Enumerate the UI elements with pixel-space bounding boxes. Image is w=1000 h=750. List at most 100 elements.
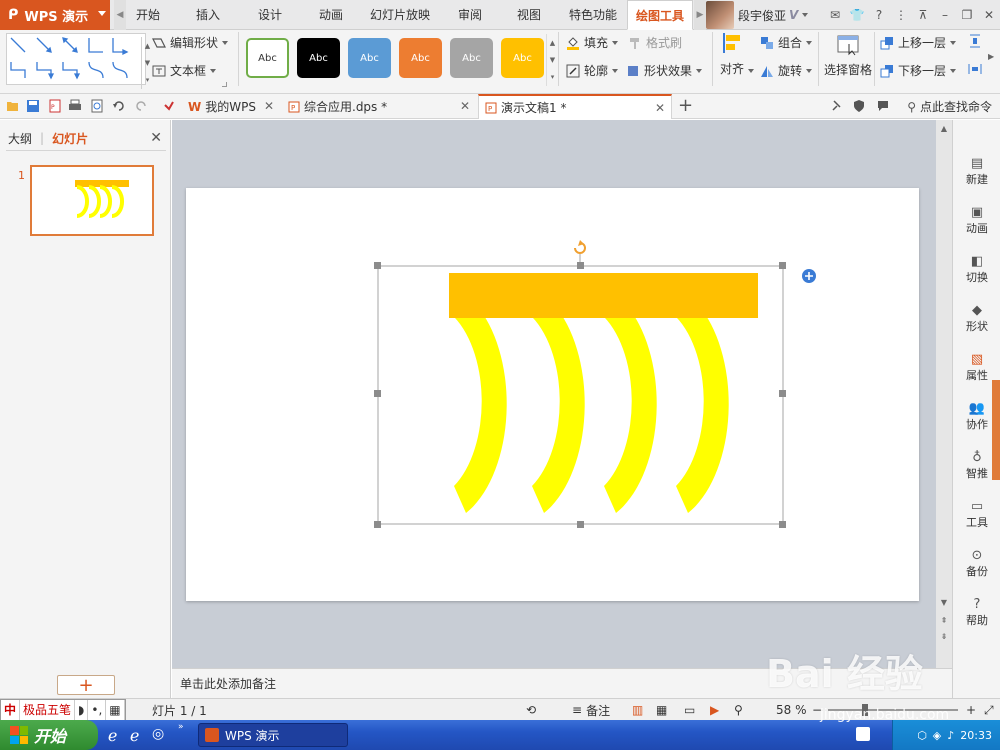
customize-toolbar-icon[interactable]: [162, 99, 176, 113]
tabs-scroll-right-icon[interactable]: ▶: [694, 0, 706, 30]
tab-review[interactable]: 审阅: [450, 0, 490, 30]
slide[interactable]: [186, 188, 919, 601]
volume-icon[interactable]: ♪: [947, 729, 954, 742]
reading-view-icon[interactable]: ▭: [684, 699, 695, 721]
tips-icon[interactable]: ⚲: [734, 699, 743, 721]
rotate-button[interactable]: 旋转: [760, 62, 813, 79]
slide-thumbnail[interactable]: [30, 165, 154, 236]
bring-forward-button[interactable]: 上移一层: [880, 34, 957, 51]
line-shapes-icon[interactable]: [7, 34, 137, 86]
open-folder-icon[interactable]: [6, 99, 20, 113]
sidebar-item-backup[interactable]: ⊙ 备份: [953, 548, 1000, 593]
start-button[interactable]: 开始: [0, 720, 98, 750]
outline-button[interactable]: 轮廓: [566, 62, 619, 79]
ime-keyboard-icon[interactable]: ▦: [106, 700, 125, 720]
skin-icon[interactable]: 👕: [846, 8, 868, 22]
sidebar-item-shape[interactable]: ◆ 形状: [953, 303, 1000, 348]
close-icon[interactable]: ✕: [978, 8, 1000, 22]
normal-view-icon[interactable]: ▥: [632, 699, 643, 721]
export-pdf-icon[interactable]: P: [48, 99, 62, 113]
redo-icon[interactable]: [134, 99, 148, 113]
shape-style-swatch[interactable]: Abc: [246, 38, 289, 78]
tab-view[interactable]: 视图: [509, 0, 549, 30]
align-button[interactable]: 对齐: [720, 32, 755, 77]
pin-icon[interactable]: [830, 99, 844, 113]
send-backward-button[interactable]: 下移一层: [880, 62, 957, 79]
tab-slideshow[interactable]: 幻灯片放映: [366, 0, 434, 30]
tab-animation[interactable]: 动画: [311, 0, 351, 30]
command-search[interactable]: ⚲ 点此查找命令: [907, 94, 992, 119]
wps-app-menu[interactable]: ᑭ WPS 演示: [0, 0, 110, 30]
ie-icon[interactable]: ℯ: [130, 726, 139, 745]
collapse-ribbon-icon[interactable]: ⊼: [912, 8, 934, 22]
add-slide-button[interactable]: +: [57, 675, 115, 696]
mail-icon[interactable]: ✉: [824, 8, 846, 22]
styles-scroll[interactable]: ▲ ▼ ▾: [546, 34, 558, 86]
scroll-down-icon[interactable]: ▼: [936, 598, 952, 607]
close-icon[interactable]: ✕: [264, 99, 274, 113]
print-icon[interactable]: [68, 99, 82, 113]
dialog-launcher-icon[interactable]: [222, 82, 227, 87]
sidebar-item-new[interactable]: ▤ 新建: [953, 156, 1000, 201]
network-icon[interactable]: ⬡: [917, 729, 927, 742]
security-icon[interactable]: ◈: [933, 729, 941, 742]
edit-shape-button[interactable]: 编辑形状: [152, 34, 229, 51]
doc-tab-presentation1[interactable]: P 演示文稿1 * ✕: [478, 94, 672, 119]
save-icon[interactable]: [26, 99, 40, 113]
close-icon[interactable]: ✕: [150, 130, 162, 146]
arc-shapes[interactable]: [451, 314, 729, 513]
shield-icon[interactable]: [852, 99, 866, 113]
minimize-icon[interactable]: –: [934, 8, 956, 22]
sidebar-collapse-handle[interactable]: [992, 380, 1000, 480]
sidebar-item-animation[interactable]: ▣ 动画: [953, 205, 1000, 250]
tab-outline[interactable]: 大纲: [8, 130, 32, 147]
fit-window-icon[interactable]: ⤢: [984, 699, 994, 721]
shape-style-swatch[interactable]: Abc: [297, 38, 340, 78]
taskbar-wps-window[interactable]: WPS 演示: [198, 723, 348, 747]
tab-insert[interactable]: 插入: [188, 0, 228, 30]
ime-punct-icon[interactable]: •,: [88, 700, 107, 720]
history-icon[interactable]: ⟲: [526, 699, 536, 721]
shape-effects-button[interactable]: 形状效果: [626, 62, 703, 79]
quick-layout-plus-icon[interactable]: [802, 269, 816, 283]
text-box-button[interactable]: 文本框: [152, 62, 217, 79]
quick-launch-more-icon[interactable]: »: [178, 722, 184, 732]
doc-tab-comprehensive[interactable]: P 综合应用.dps * ✕: [282, 94, 476, 119]
sidebar-item-transition[interactable]: ◧ 切换: [953, 254, 1000, 299]
next-slide-icon[interactable]: ⇟: [936, 632, 952, 641]
format-painter-button[interactable]: 格式刷: [628, 34, 682, 51]
prev-slide-icon[interactable]: ⇞: [936, 616, 952, 625]
undo-icon[interactable]: [112, 99, 126, 113]
selection-pane-button[interactable]: 选择窗格: [824, 34, 872, 78]
doc-tab-my-wps[interactable]: W 我的WPS ✕: [182, 94, 280, 119]
ribbon-scroll-right-icon[interactable]: ▶: [988, 52, 994, 61]
shape-style-swatch[interactable]: Abc: [348, 38, 391, 78]
tab-start[interactable]: 开始: [128, 0, 168, 30]
browser-icon[interactable]: ◎: [152, 726, 164, 742]
tab-special-features[interactable]: 特色功能: [565, 0, 621, 30]
align-distribute-horz-icon[interactable]: [968, 62, 986, 76]
shape-style-swatch[interactable]: Abc: [399, 38, 442, 78]
ie-icon[interactable]: ℯ: [108, 726, 117, 745]
ime-toolbar[interactable]: 中 极品五笔 ◗ •, ▦: [0, 699, 126, 721]
help-icon[interactable]: ?: [868, 8, 890, 22]
sidebar-item-help[interactable]: ? 帮助: [953, 597, 1000, 642]
tab-slides[interactable]: 幻灯片: [52, 130, 88, 147]
print-preview-icon[interactable]: [90, 99, 104, 113]
align-distribute-vert-icon[interactable]: [968, 34, 986, 48]
sidebar-item-tools[interactable]: ▭ 工具: [953, 499, 1000, 544]
sorter-view-icon[interactable]: ▦: [656, 699, 667, 721]
new-tab-plus-icon[interactable]: +: [678, 95, 693, 116]
close-icon[interactable]: ✕: [460, 99, 470, 113]
shape-style-swatch[interactable]: Abc: [450, 38, 493, 78]
fill-button[interactable]: 填充: [566, 34, 619, 51]
shape-style-swatch[interactable]: Abc: [501, 38, 544, 78]
zoom-in-icon[interactable]: +: [966, 699, 976, 721]
user-account[interactable]: 段宇俊亚 V: [706, 0, 809, 30]
record-icon[interactable]: [856, 727, 870, 741]
rectangle-bar-shape[interactable]: [449, 273, 758, 318]
tab-drawing-tools[interactable]: 绘图工具: [627, 0, 693, 30]
zoom-level[interactable]: 58 %: [776, 699, 807, 721]
restore-icon[interactable]: ❐: [956, 8, 978, 22]
group-button[interactable]: 组合: [760, 34, 813, 51]
